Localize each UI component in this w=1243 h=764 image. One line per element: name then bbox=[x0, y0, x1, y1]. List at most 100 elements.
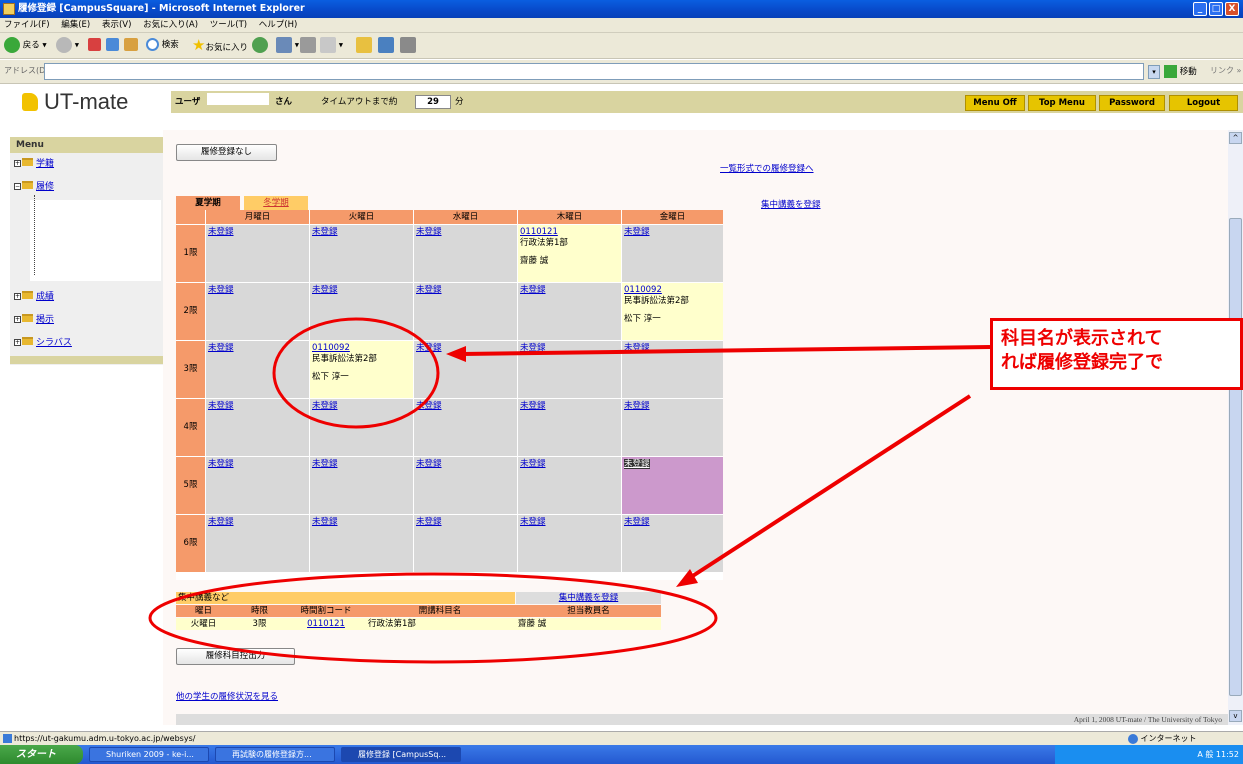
links-toolbar[interactable]: リンク » bbox=[1210, 65, 1241, 76]
unregistered-link[interactable]: 未登録 bbox=[312, 459, 338, 469]
unregistered-link[interactable]: 未登録 bbox=[624, 401, 650, 411]
task-reexam[interactable]: 再試験の履修登録方... bbox=[215, 747, 335, 762]
search-button[interactable]: 検索 bbox=[146, 37, 179, 53]
row-code-link[interactable]: 0110121 bbox=[288, 618, 364, 630]
address-bar: アドレス(D) ▾ 移動 リンク » bbox=[0, 60, 1243, 84]
unregistered-link[interactable]: 未登録 bbox=[520, 343, 546, 353]
task-rishu[interactable]: 履修登録 [CampusSq... bbox=[341, 747, 461, 762]
unregistered-link[interactable]: 未登録 bbox=[520, 401, 546, 411]
edit-icon bbox=[320, 37, 336, 53]
unregistered-link[interactable]: 未登録 bbox=[312, 227, 338, 237]
sidebar-item-seiseki[interactable]: + 成績 bbox=[14, 290, 54, 304]
vertical-scrollbar[interactable]: ^ v bbox=[1228, 130, 1243, 725]
unregistered-link[interactable]: 未登録 bbox=[208, 343, 234, 353]
minimize-button[interactable]: _ bbox=[1193, 2, 1207, 16]
sidebar-link-rishu[interactable]: 履修 bbox=[36, 182, 54, 192]
scroll-up-arrow[interactable]: ^ bbox=[1229, 132, 1242, 144]
timetable-cell: 未登録 bbox=[310, 225, 413, 282]
tab-summer[interactable]: 夏学期 bbox=[176, 196, 240, 210]
cell-spacer bbox=[624, 307, 723, 314]
address-input[interactable] bbox=[44, 63, 1144, 80]
print-button[interactable] bbox=[300, 37, 316, 54]
back-button[interactable]: 戻る ▾ bbox=[4, 37, 47, 54]
unregistered-link[interactable]: 未登録 bbox=[416, 285, 442, 295]
unregistered-link[interactable]: 未登録 bbox=[416, 343, 442, 353]
menu-help[interactable]: ヘルプ(H) bbox=[259, 20, 298, 30]
favorites-label: お気に入り bbox=[205, 43, 248, 53]
go-arrow-icon bbox=[1164, 65, 1177, 78]
unregistered-link[interactable]: 未登録 bbox=[624, 517, 650, 527]
task-shuriken[interactable]: Shuriken 2009 - ke-i... bbox=[89, 747, 209, 762]
menu-view[interactable]: 表示(V) bbox=[102, 20, 131, 30]
unregistered-link[interactable]: 未登録 bbox=[520, 285, 546, 295]
sidebar-link-seiseki[interactable]: 成績 bbox=[36, 292, 54, 302]
research-button[interactable] bbox=[400, 37, 416, 54]
menu-file[interactable]: ファイル(F) bbox=[4, 20, 50, 30]
stop-button[interactable] bbox=[88, 37, 101, 53]
unregistered-link[interactable]: 未登録 bbox=[208, 401, 234, 411]
course-code-link[interactable]: 0110121 bbox=[520, 227, 558, 237]
discuss-button[interactable] bbox=[356, 37, 372, 54]
unregistered-link[interactable]: 未登録 bbox=[208, 227, 234, 237]
logout-button[interactable]: Logout bbox=[1169, 95, 1238, 111]
tree-line bbox=[34, 195, 35, 275]
cell-spacer bbox=[520, 249, 621, 256]
unregistered-link[interactable]: 未登録 bbox=[416, 227, 442, 237]
unregistered-link[interactable]: 未登録 bbox=[312, 517, 338, 527]
edit-button[interactable]: ▾ bbox=[320, 37, 343, 54]
sidebar-item-rishu[interactable]: − 履修 bbox=[14, 180, 54, 194]
unregistered-link[interactable]: 未登録 bbox=[312, 285, 338, 295]
mail-button[interactable]: ▾ bbox=[276, 37, 299, 54]
sidebar-item-syllabus[interactable]: + シラバス bbox=[14, 336, 72, 350]
unregistered-link[interactable]: 未登録 bbox=[624, 459, 650, 469]
unregistered-link[interactable]: 未登録 bbox=[624, 343, 650, 353]
unregistered-link[interactable]: 未登録 bbox=[416, 517, 442, 527]
password-button[interactable]: Password bbox=[1099, 95, 1165, 111]
browser-toolbar: 戻る ▾ ▾ 検索 ★お気に入り ▾ ▾ bbox=[0, 33, 1243, 59]
sidebar-item-gakuseki[interactable]: + 学籍 bbox=[14, 157, 54, 171]
sidebar-link-syllabus[interactable]: シラバス bbox=[36, 338, 72, 348]
sidebar-link-gakuseki[interactable]: 学籍 bbox=[36, 159, 54, 169]
tab-winter[interactable]: 冬学期 bbox=[244, 196, 308, 210]
home-icon bbox=[124, 38, 138, 51]
close-button[interactable]: X bbox=[1225, 2, 1239, 16]
unregistered-link[interactable]: 未登録 bbox=[520, 517, 546, 527]
unregistered-link[interactable]: 未登録 bbox=[208, 285, 234, 295]
unregistered-link[interactable]: 未登録 bbox=[416, 401, 442, 411]
start-button[interactable]: スタート bbox=[0, 745, 83, 764]
forward-arrow-icon bbox=[56, 37, 72, 53]
menu-favorites[interactable]: お気に入り(A) bbox=[143, 20, 198, 30]
favorites-button[interactable]: ★お気に入り bbox=[192, 37, 248, 56]
top-menu-button[interactable]: Top Menu bbox=[1028, 95, 1096, 111]
course-code-link[interactable]: 0110092 bbox=[312, 343, 350, 353]
list-form-link[interactable]: 一覧形式での履修登録へ bbox=[720, 164, 814, 175]
table-row: 火曜日 3限 0110121 行政法第1部 齋藤 誠 bbox=[176, 618, 661, 630]
forward-button[interactable]: ▾ bbox=[56, 37, 79, 54]
sidebar-item-keiji[interactable]: + 掲示 bbox=[14, 313, 54, 327]
others-status-link[interactable]: 他の学生の履修状況を見る bbox=[176, 692, 278, 703]
go-button[interactable]: 移動 bbox=[1164, 64, 1197, 80]
unregistered-link[interactable]: 未登録 bbox=[624, 227, 650, 237]
no-registration-button[interactable]: 履修登録なし bbox=[176, 144, 277, 161]
intensive-register-link[interactable]: 集中講義を登録 bbox=[761, 200, 821, 211]
unregistered-link[interactable]: 未登録 bbox=[208, 517, 234, 527]
course-code-link[interactable]: 0110092 bbox=[624, 285, 662, 295]
menu-off-button[interactable]: Menu Off bbox=[965, 95, 1025, 111]
menu-tools[interactable]: ツール(T) bbox=[210, 20, 247, 30]
refresh-button[interactable] bbox=[106, 37, 119, 53]
unregistered-link[interactable]: 未登録 bbox=[312, 401, 338, 411]
history-button[interactable] bbox=[252, 37, 268, 54]
address-dropdown[interactable]: ▾ bbox=[1148, 65, 1160, 79]
unregistered-link[interactable]: 未登録 bbox=[208, 459, 234, 469]
messenger-button[interactable] bbox=[378, 37, 394, 54]
sidebar-link-keiji[interactable]: 掲示 bbox=[36, 315, 54, 325]
menu-edit[interactable]: 編集(E) bbox=[61, 20, 90, 30]
scroll-down-arrow[interactable]: v bbox=[1229, 710, 1242, 722]
maximize-button[interactable]: □ bbox=[1209, 2, 1223, 16]
export-courses-button[interactable]: 履修科目控出力 bbox=[176, 648, 295, 665]
home-button[interactable] bbox=[124, 37, 138, 53]
intensive-register-link-2[interactable]: 集中講義を登録 bbox=[559, 593, 619, 603]
unregistered-link[interactable]: 未登録 bbox=[416, 459, 442, 469]
unregistered-link[interactable]: 未登録 bbox=[520, 459, 546, 469]
scroll-thumb[interactable] bbox=[1229, 218, 1242, 696]
